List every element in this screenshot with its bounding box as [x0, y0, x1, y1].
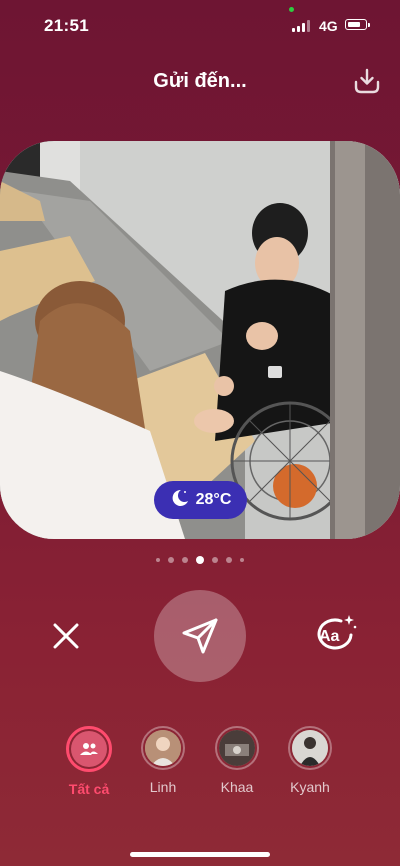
page-dot	[240, 558, 244, 562]
page-dot	[156, 558, 160, 562]
signal-icon	[292, 20, 310, 32]
camera-indicator-icon	[289, 7, 294, 12]
recipient-label: Tất cả	[68, 781, 110, 797]
send-icon	[182, 618, 218, 654]
page-dot	[212, 557, 218, 563]
page-dot	[168, 557, 174, 563]
recipient-label: Khaa	[220, 779, 254, 795]
status-bar: 21:51 4G	[0, 0, 400, 52]
close-button[interactable]	[50, 620, 82, 652]
battery-icon	[345, 19, 370, 30]
recipient-label: Kyanh	[290, 779, 330, 795]
page-dot	[182, 557, 188, 563]
weather-temperature: 28°C	[195, 491, 232, 508]
status-time: 21:51	[44, 16, 89, 35]
group-icon	[71, 731, 107, 767]
text-aa-button[interactable]: Aa	[311, 613, 357, 653]
page-title: Gửi đến...	[153, 70, 247, 92]
network-type: 4G	[319, 18, 338, 34]
avatar	[145, 730, 181, 766]
recipient-khaa[interactable]: Khaa	[202, 726, 272, 795]
page-indicator	[0, 556, 400, 564]
recipient-label: Linh	[149, 779, 177, 795]
recipient-linh[interactable]: Linh	[128, 726, 198, 795]
page-dot	[226, 557, 232, 563]
download-icon[interactable]	[352, 66, 382, 96]
moon-cloud-icon	[170, 488, 190, 513]
home-indicator[interactable]	[130, 852, 270, 857]
send-button[interactable]	[154, 590, 246, 682]
recipient-all[interactable]: Tất cả	[54, 726, 124, 797]
weather-sticker[interactable]: 28°C	[154, 481, 247, 519]
text-aa-icon: Aa	[317, 615, 357, 650]
recipient-kyanh[interactable]: Kyanh	[275, 726, 345, 795]
page-dot-active	[196, 556, 204, 564]
avatar	[292, 730, 328, 766]
close-icon	[53, 623, 79, 649]
photo-preview[interactable]	[0, 141, 400, 539]
avatar	[219, 730, 255, 766]
text-aa-label: Aa	[319, 628, 340, 645]
